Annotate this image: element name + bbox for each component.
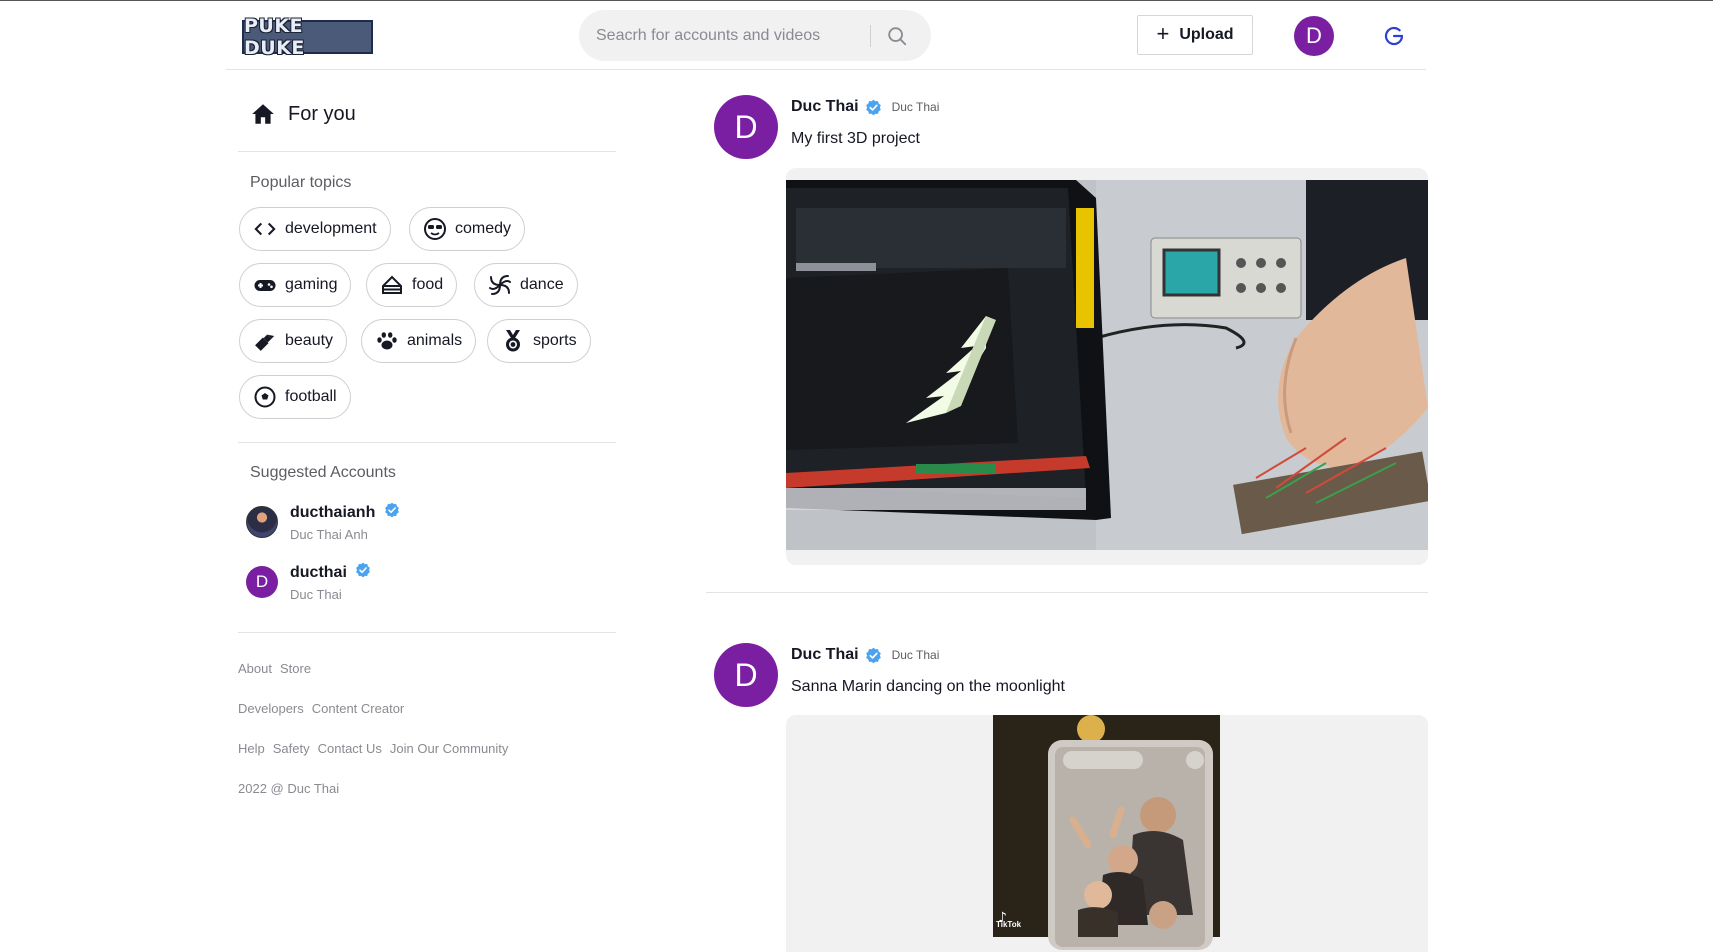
post-author-avatar[interactable]: D: [714, 95, 778, 159]
video-thumbnail: ♪: [786, 715, 1428, 952]
footer-link-join-community[interactable]: Join Our Community: [390, 741, 508, 756]
paw-icon: [375, 329, 399, 353]
post-author-name: Duc Thai: [791, 646, 859, 663]
avatar-initial: D: [734, 108, 758, 145]
topic-label: gaming: [285, 276, 338, 293]
account-username: ducthai: [290, 562, 371, 582]
topic-chip-dance[interactable]: dance: [474, 263, 578, 307]
account-username: ducthaianh: [290, 502, 400, 522]
code-icon: [253, 217, 277, 241]
avatar: D: [246, 566, 278, 598]
post-author-nickname: Duc Thai: [891, 100, 940, 114]
footer-link-contact-us[interactable]: Contact Us: [318, 741, 382, 756]
medal-icon: [501, 329, 525, 353]
topic-label: food: [412, 276, 444, 293]
popular-topics-title: Popular topics: [250, 174, 352, 191]
copyright: 2022 @ Duc Thai: [238, 781, 339, 796]
upload-label: Upload: [1179, 26, 1234, 43]
search-icon: [888, 27, 907, 46]
footer-link-help[interactable]: Help: [238, 741, 265, 756]
avatar-initial: D: [734, 656, 758, 693]
account-username-text: ducthaianh: [290, 504, 376, 521]
post-author-nickname: Duc Thai: [891, 648, 940, 662]
avatar-initial: D: [255, 572, 269, 591]
footer-link-store[interactable]: Store: [280, 661, 311, 676]
suggested-accounts-title: Suggested Accounts: [250, 464, 396, 481]
topic-label: comedy: [455, 220, 512, 237]
user-avatar-initial: D: [1306, 23, 1322, 48]
user-avatar[interactable]: D: [1294, 16, 1334, 56]
logo-text: PUKE DUKE: [244, 15, 305, 59]
footer-link-content-creator[interactable]: Content Creator: [312, 701, 405, 716]
upload-button[interactable]: + Upload: [1137, 15, 1253, 55]
topic-chip-sports[interactable]: sports: [487, 319, 591, 363]
video-player[interactable]: [786, 168, 1428, 565]
footer-links-row: Developers Content Creator: [238, 701, 404, 716]
sidebar-divider: [238, 151, 616, 152]
lipstick-icon: [253, 329, 277, 353]
topic-label: sports: [533, 332, 577, 349]
nav-for-you[interactable]: For you: [238, 92, 616, 136]
feed-post: D Duc Thai Duc Thai Sanna Marin dancing …: [714, 643, 1434, 952]
topic-chip-gaming[interactable]: gaming: [239, 263, 352, 307]
topic-chip-development[interactable]: development: [239, 207, 391, 251]
search-input[interactable]: [579, 10, 869, 61]
verified-icon: [356, 562, 371, 578]
account-username-text: ducthai: [290, 564, 347, 581]
soccer-ball-icon: [253, 385, 277, 409]
gamepad-icon: [253, 273, 277, 297]
topic-chip-animals[interactable]: animals: [361, 319, 477, 363]
verified-icon: [865, 647, 881, 663]
cake-icon: [380, 273, 404, 297]
account-display-name: Duc Thai: [290, 587, 342, 602]
suggested-account-ducthaianh[interactable]: ducthaianh Duc Thai Anh: [246, 500, 606, 548]
sidebar-divider: [238, 442, 616, 443]
verified-icon: [384, 502, 399, 518]
avatar: [246, 506, 278, 538]
tiktok-watermark: TikTok: [996, 920, 1022, 929]
logo[interactable]: PUKE DUKE: [242, 15, 373, 59]
topic-label: beauty: [285, 332, 334, 349]
topic-label: development: [285, 220, 377, 237]
post-author[interactable]: Duc Thai Duc Thai: [791, 98, 939, 116]
sunglasses-face-icon: [423, 217, 447, 241]
topic-chip-beauty[interactable]: beauty: [239, 319, 348, 363]
google-logout-icon[interactable]: [1382, 24, 1406, 48]
topic-chip-football[interactable]: football: [239, 375, 351, 419]
video-thumbnail: [786, 180, 1428, 565]
topic-label: dance: [520, 276, 564, 293]
feed-divider: [706, 592, 1428, 593]
search-bar: [579, 10, 931, 61]
search-button[interactable]: [877, 18, 917, 54]
topic-label: football: [285, 388, 337, 405]
topic-chip-comedy[interactable]: comedy: [409, 207, 526, 251]
post-author[interactable]: Duc Thai Duc Thai: [791, 646, 939, 664]
footer-link-safety[interactable]: Safety: [273, 741, 310, 756]
post-author-name: Duc Thai: [791, 98, 859, 115]
footer-link-developers[interactable]: Developers: [238, 701, 304, 716]
post-caption: Sanna Marin dancing on the moonlight: [791, 678, 1065, 695]
spiral-icon: [488, 273, 512, 297]
post-caption: My first 3D project: [791, 130, 920, 147]
footer-links-row: Help Safety Contact Us Join Our Communit…: [238, 741, 508, 756]
topic-chip-food[interactable]: food: [366, 263, 458, 307]
topic-label: animals: [407, 332, 463, 349]
home-icon: [252, 104, 274, 124]
feed-post: D Duc Thai Duc Thai My first 3D project: [714, 95, 1434, 570]
footer-links-row: About Store: [238, 661, 311, 676]
video-player[interactable]: ♪ TikTok: [786, 715, 1428, 952]
suggested-account-ducthai[interactable]: D ducthai Duc Thai: [246, 560, 606, 608]
account-display-name: Duc Thai Anh: [290, 527, 368, 542]
copyright-text: 2022 @ Duc Thai: [238, 781, 340, 796]
plus-icon: +: [1156, 21, 1170, 46]
footer-link-about[interactable]: About: [238, 661, 272, 676]
nav-for-you-label: For you: [288, 102, 356, 125]
post-author-avatar[interactable]: D: [714, 643, 778, 707]
search-divider: [870, 25, 871, 47]
sidebar-divider: [238, 632, 616, 633]
top-header: PUKE DUKE + Upload D: [226, 1, 1426, 70]
verified-icon: [865, 99, 881, 115]
